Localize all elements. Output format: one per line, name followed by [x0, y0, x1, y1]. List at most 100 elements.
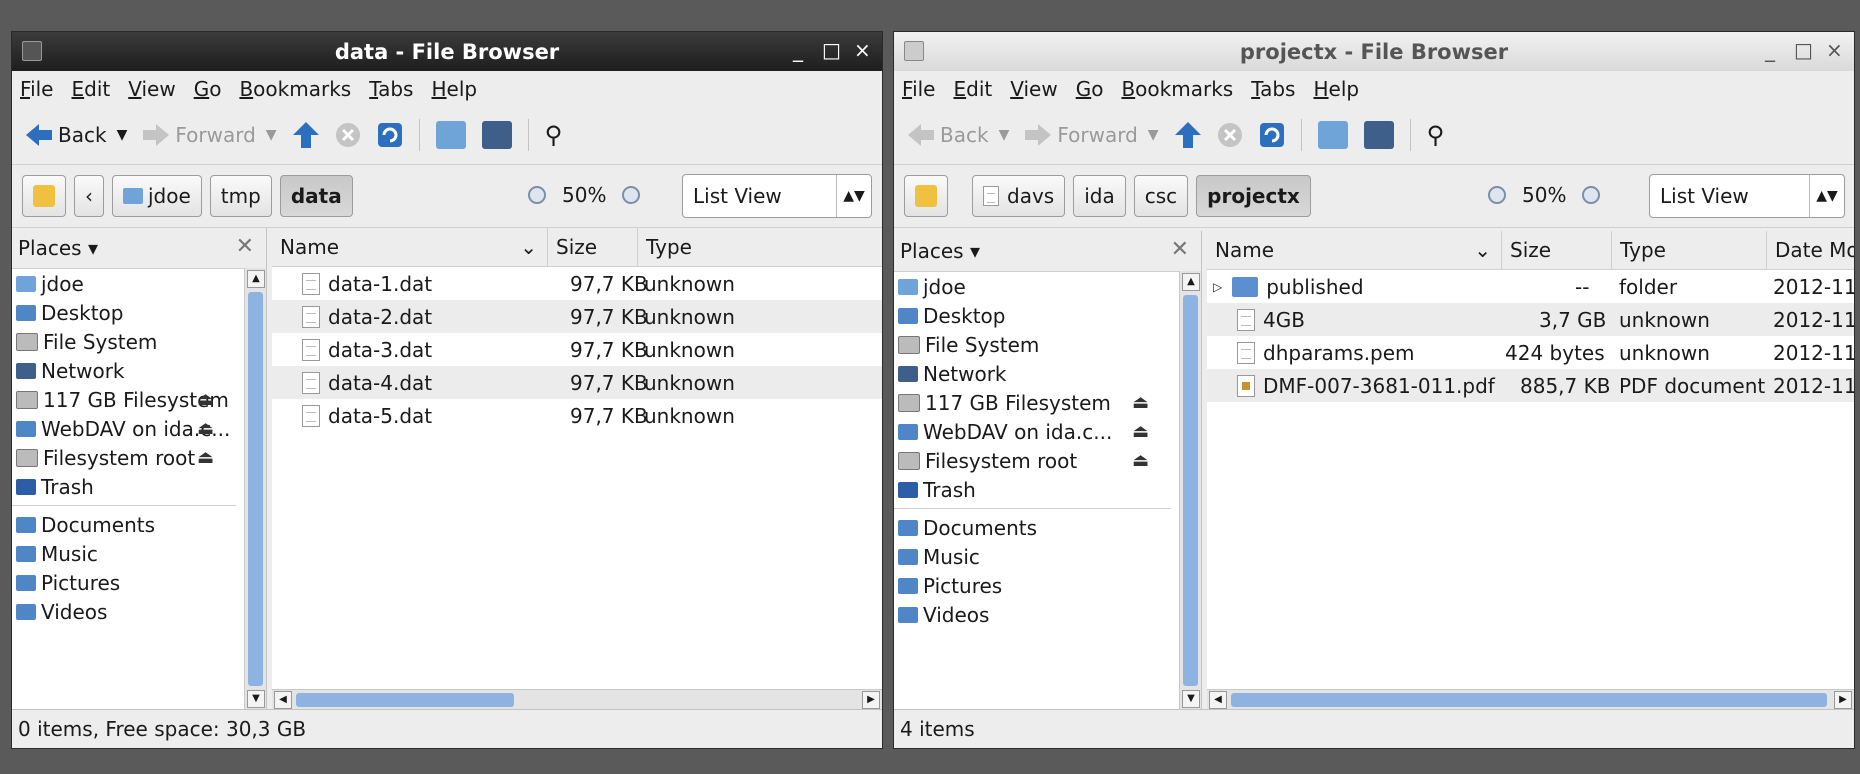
path-scroll-left-button[interactable]: ‹	[74, 175, 104, 217]
reload-icon[interactable]	[1259, 122, 1285, 148]
scroll-down-arrow-icon[interactable]: ▼	[247, 690, 265, 708]
expander-triangle-icon[interactable]: ▷	[1213, 280, 1222, 294]
place-documents[interactable]: Documents	[894, 513, 1201, 542]
place-file-system[interactable]: File System	[894, 330, 1201, 359]
place-music[interactable]: Music	[12, 539, 266, 568]
place-117gb-filesystem[interactable]: 117 GB Filesystem ⏏	[894, 388, 1201, 417]
table-row[interactable]: data-3.dat 97,7 KB unknown	[272, 333, 882, 366]
table-row[interactable]: DMF-007-3681-011.pdf 885,7 KB PDF docume…	[1207, 369, 1854, 402]
place-network[interactable]: Network	[894, 359, 1201, 388]
places-dropdown[interactable]: Places ▾	[900, 239, 980, 263]
chevron-down-icon[interactable]: ▼	[999, 127, 1010, 143]
menu-go[interactable]: Go	[194, 77, 222, 101]
column-date-modified[interactable]: Date Mo	[1767, 231, 1854, 269]
path-button-tmp[interactable]: tmp	[209, 175, 272, 217]
table-row[interactable]: ▷ published -- folder 2012-11-	[1207, 270, 1854, 303]
file-list[interactable]: Name ⌄ Size Type data-1.dat 97,7 KB unkno…	[272, 228, 882, 710]
spinner-arrows-icon[interactable]: ▲▼	[836, 175, 871, 217]
back-button[interactable]: Back ▼	[908, 123, 1009, 147]
place-pictures[interactable]: Pictures	[894, 571, 1201, 600]
path-button-projectx[interactable]: projectx	[1196, 175, 1311, 217]
path-button-jdoe[interactable]: jdoe	[112, 175, 202, 217]
column-name[interactable]: Name ⌄	[1207, 231, 1502, 269]
scroll-up-arrow-icon[interactable]: ▲	[247, 270, 265, 288]
table-row[interactable]: data-5.dat 97,7 KB unknown	[272, 399, 882, 432]
places-scrollbar[interactable]: ▲ ▼	[244, 268, 266, 710]
places-scrollbar[interactable]: ▲ ▼	[1179, 271, 1201, 710]
stop-icon[interactable]	[1217, 122, 1243, 148]
place-desktop[interactable]: Desktop	[12, 298, 266, 327]
computer-icon[interactable]	[1363, 121, 1394, 149]
up-arrow-icon[interactable]	[1174, 122, 1201, 148]
path-button-ida[interactable]: ida	[1073, 175, 1126, 217]
eject-icon[interactable]: ⏏	[1132, 421, 1149, 442]
menu-help[interactable]: Help	[1313, 77, 1359, 101]
column-type[interactable]: Type	[1612, 231, 1767, 269]
table-row[interactable]: data-4.dat 97,7 KB unknown	[272, 366, 882, 399]
scroll-right-arrow-icon[interactable]: ▶	[1834, 691, 1852, 709]
minimize-icon[interactable]: _	[790, 38, 806, 62]
places-dropdown[interactable]: Places ▾	[18, 236, 98, 260]
eject-icon[interactable]: ⏏	[197, 418, 214, 439]
scrollbar-thumb[interactable]	[1231, 693, 1827, 707]
scroll-right-arrow-icon[interactable]: ▶	[862, 691, 880, 709]
view-select[interactable]: List View ▲▼	[682, 174, 872, 218]
menu-bookmarks[interactable]: Bookmarks	[1121, 77, 1233, 101]
eject-icon[interactable]: ⏏	[197, 447, 214, 468]
edit-location-button[interactable]	[904, 175, 948, 217]
minimize-icon[interactable]: _	[1762, 38, 1778, 62]
column-size[interactable]: Size	[548, 228, 638, 266]
chevron-down-icon[interactable]: ▼	[266, 127, 277, 143]
scrollbar-thumb[interactable]	[296, 693, 514, 707]
menu-tabs[interactable]: Tabs	[369, 77, 413, 101]
menu-file[interactable]: File	[20, 77, 53, 101]
column-name[interactable]: Name ⌄	[272, 228, 548, 266]
scroll-left-arrow-icon[interactable]: ◀	[274, 691, 292, 709]
table-row[interactable]: data-1.dat 97,7 KB unknown	[272, 267, 882, 300]
forward-button[interactable]: Forward ▼	[143, 123, 277, 147]
zoom-out-icon[interactable]	[1488, 186, 1506, 204]
zoom-in-icon[interactable]	[1582, 186, 1601, 204]
place-jdoe[interactable]: jdoe	[894, 272, 1201, 301]
window-menu-icon[interactable]	[904, 41, 924, 61]
scroll-up-arrow-icon[interactable]: ▲	[1182, 273, 1200, 291]
place-network[interactable]: Network	[12, 356, 266, 385]
place-music[interactable]: Music	[894, 542, 1201, 571]
place-trash[interactable]: Trash	[12, 472, 266, 501]
close-icon[interactable]: ×	[1826, 38, 1843, 62]
file-list-hscrollbar[interactable]: ◀ ▶	[272, 689, 882, 710]
place-trash[interactable]: Trash	[894, 475, 1201, 504]
menu-view[interactable]: View	[1010, 77, 1057, 101]
place-webdav[interactable]: WebDAV on ida.c... ⏏	[12, 414, 266, 443]
scrollbar-thumb[interactable]	[248, 292, 263, 686]
forward-button[interactable]: Forward ▼	[1025, 123, 1159, 147]
menu-go[interactable]: Go	[1076, 77, 1104, 101]
title-bar[interactable]: data - File Browser _ □ ×	[12, 32, 882, 71]
maximize-icon[interactable]: □	[822, 38, 841, 62]
eject-icon[interactable]: ⏏	[1132, 450, 1149, 471]
view-select[interactable]: List View ▲▼	[1649, 174, 1845, 218]
maximize-icon[interactable]: □	[1794, 38, 1813, 62]
reload-icon[interactable]	[377, 122, 403, 148]
place-117gb-filesystem[interactable]: 117 GB Filesystem ⏏	[12, 385, 266, 414]
place-desktop[interactable]: Desktop	[894, 301, 1201, 330]
home-icon[interactable]	[1317, 121, 1348, 149]
place-documents[interactable]: Documents	[12, 510, 266, 539]
file-list-hscrollbar[interactable]: ◀ ▶	[1207, 689, 1854, 710]
place-pictures[interactable]: Pictures	[12, 568, 266, 597]
chevron-down-icon[interactable]: ▼	[1148, 127, 1159, 143]
eject-icon[interactable]: ⏏	[197, 389, 214, 410]
menu-help[interactable]: Help	[431, 77, 477, 101]
place-videos[interactable]: Videos	[894, 600, 1201, 629]
scrollbar-thumb[interactable]	[1183, 295, 1198, 686]
chevron-down-icon[interactable]: ▼	[117, 127, 128, 143]
menu-edit[interactable]: Edit	[71, 77, 110, 101]
table-row[interactable]: data-2.dat 97,7 KB unknown	[272, 300, 882, 333]
menu-tabs[interactable]: Tabs	[1251, 77, 1295, 101]
computer-icon[interactable]	[481, 121, 512, 149]
zoom-in-icon[interactable]	[622, 186, 641, 204]
place-filesystem-root[interactable]: Filesystem root ⏏	[894, 446, 1201, 475]
table-row[interactable]: 4GB 3,7 GB unknown 2012-11-	[1207, 303, 1854, 336]
column-type[interactable]: Type	[638, 228, 878, 266]
file-browser-window-data[interactable]: data - File Browser _ □ × File Edit View…	[11, 31, 883, 749]
